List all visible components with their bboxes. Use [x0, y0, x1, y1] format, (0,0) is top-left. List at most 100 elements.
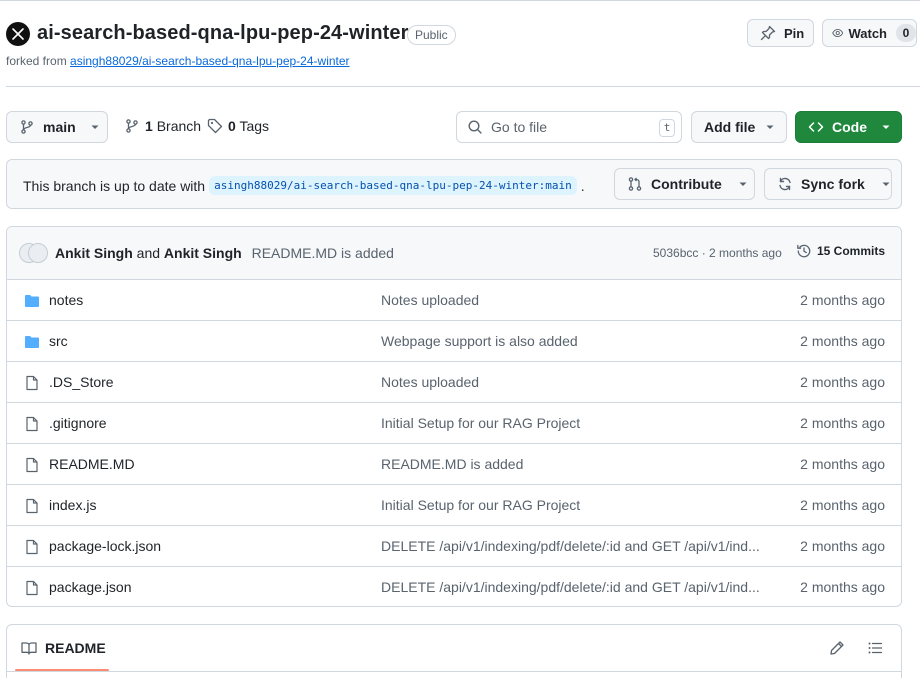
x-logo-icon: [12, 28, 24, 40]
sync-fork-button[interactable]: Sync fork: [764, 168, 892, 200]
readme-tab[interactable]: README: [15, 625, 112, 671]
file-row[interactable]: src Webpage support is also added 2 months…: [7, 321, 901, 362]
repo-title[interactable]: ai-search-based-qna-lpu-pep-24-winter: [37, 22, 409, 45]
branch-selector[interactable]: main: [6, 111, 108, 143]
go-to-file-placeholder: Go to file: [491, 119, 548, 135]
file-name-link[interactable]: package-lock.json: [49, 538, 161, 554]
file-row[interactable]: index.js Initial Setup for our RAG Projec…: [7, 485, 901, 526]
file-row[interactable]: README.MD README.MD is added 2 months ago: [7, 444, 901, 485]
file-commit-message[interactable]: Webpage support is also added: [381, 333, 771, 349]
file-icon: [24, 498, 40, 517]
file-row[interactable]: package-lock.json DELETE /api/v1/indexing…: [7, 526, 901, 567]
file-commit-message[interactable]: Initial Setup for our RAG Project: [381, 415, 771, 431]
file-name-link[interactable]: src: [49, 333, 68, 349]
pencil-icon[interactable]: [829, 640, 845, 656]
file-commit-date: 2 months ago: [800, 415, 885, 431]
folder-icon: [24, 293, 40, 312]
add-file-label: Add file: [704, 119, 756, 135]
eye-icon: [832, 28, 844, 38]
commits-history-link[interactable]: 15 Commits: [796, 243, 885, 259]
file-commit-date: 2 months ago: [800, 456, 885, 472]
file-icon: [24, 375, 40, 394]
pin-label: Pin: [784, 25, 805, 41]
file-commit-message[interactable]: Notes uploaded: [381, 374, 771, 390]
commit-and-text: and: [136, 245, 161, 261]
file-icon: [24, 580, 40, 599]
file-name-link[interactable]: package.json: [49, 579, 132, 595]
readme-divider: [7, 671, 901, 672]
file-name-link[interactable]: index.js: [49, 497, 96, 513]
owner-avatar[interactable]: [6, 22, 30, 46]
upstream-branch-ref[interactable]: asingh88029/ai-search-based-qna-lpu-pep-…: [209, 176, 577, 195]
watch-button[interactable]: Watch 0: [822, 19, 917, 47]
commit-authors: Ankit Singh and Ankit Singh README.MD is…: [55, 245, 394, 261]
commit-coauthor-link[interactable]: Ankit Singh: [164, 245, 242, 261]
contribute-button[interactable]: Contribute: [614, 168, 755, 200]
forked-from: forked from asingh88029/ai-search-based-…: [6, 54, 350, 68]
file-row[interactable]: .DS_Store Notes uploaded 2 months ago: [7, 362, 901, 403]
go-to-file-input[interactable]: Go to file t: [456, 111, 682, 143]
file-commit-message[interactable]: DELETE /api/v1/indexing/pdf/delete/:id a…: [381, 579, 771, 595]
file-icon: [24, 416, 40, 435]
caret-down-icon: [766, 125, 774, 129]
header-divider: [6, 86, 920, 87]
code-button[interactable]: Code: [795, 111, 902, 143]
file-row[interactable]: .gitignore Initial Setup for our RAG Proj…: [7, 403, 901, 444]
forked-prefix: forked from: [6, 54, 67, 68]
forked-from-link[interactable]: asingh88029/ai-search-based-qna-lpu-pep-…: [70, 54, 350, 68]
caret-down-icon: [739, 182, 747, 186]
top-border: [0, 0, 920, 1]
file-commit-date: 2 months ago: [800, 292, 885, 308]
file-commit-date: 2 months ago: [800, 497, 885, 513]
file-row[interactable]: notes Notes uploaded 2 months ago: [7, 280, 901, 321]
file-commit-date: 2 months ago: [800, 333, 885, 349]
branch-name: main: [43, 119, 76, 135]
branch-status-suffix: .: [580, 177, 585, 194]
branch-status-text: This branch is up to date with: [23, 177, 206, 194]
avatar: [28, 243, 48, 263]
search-icon: [468, 120, 482, 134]
book-icon: [21, 642, 37, 655]
code-icon: [808, 122, 824, 132]
tags-link[interactable]: 0 Tags: [207, 118, 269, 134]
commit-avatars[interactable]: [19, 243, 49, 263]
contribute-label: Contribute: [651, 176, 722, 192]
history-icon: [797, 244, 811, 258]
file-commit-message[interactable]: Notes uploaded: [381, 292, 771, 308]
caret-down-icon: [91, 125, 99, 129]
file-icon: [24, 539, 40, 558]
commit-author-link[interactable]: Ankit Singh: [55, 245, 133, 261]
add-file-button[interactable]: Add file: [691, 111, 787, 143]
visibility-badge: Public: [407, 25, 456, 45]
sync-fork-label: Sync fork: [801, 176, 865, 192]
file-row[interactable]: package.json DELETE /api/v1/indexing/pdf/…: [7, 567, 901, 606]
commit-message[interactable]: README.MD is added: [252, 245, 394, 261]
file-icon: [24, 457, 40, 476]
file-name-link[interactable]: README.MD: [49, 456, 135, 472]
readme-panel: README: [6, 624, 902, 678]
branches-link[interactable]: 1 Branch: [124, 118, 201, 134]
file-table: Ankit Singh and Ankit Singh README.MD is…: [6, 226, 902, 607]
watch-count: 0: [896, 24, 916, 42]
file-name-link[interactable]: notes: [49, 292, 83, 308]
file-commit-message[interactable]: DELETE /api/v1/indexing/pdf/delete/:id a…: [381, 538, 771, 554]
file-name-link[interactable]: .gitignore: [49, 415, 107, 431]
git-branch-icon: [126, 119, 138, 133]
git-branch-icon: [21, 120, 33, 134]
pull-request-icon: [628, 177, 642, 191]
caret-down-icon: [882, 125, 890, 129]
file-commit-date: 2 months ago: [800, 374, 885, 390]
pin-button[interactable]: Pin: [747, 19, 814, 47]
sync-icon: [779, 177, 791, 191]
list-outline-icon[interactable]: [867, 640, 883, 656]
folder-icon: [24, 334, 40, 353]
readme-tab-label: README: [45, 640, 106, 656]
file-commit-message[interactable]: Initial Setup for our RAG Project: [381, 497, 771, 513]
branch-status: This branch is up to date with asingh880…: [23, 176, 585, 195]
commits-label: 15 Commits: [817, 244, 886, 258]
branch-status-bar: This branch is up to date with asingh880…: [6, 159, 902, 209]
file-name-link[interactable]: .DS_Store: [49, 374, 114, 390]
file-commit-date: 2 months ago: [800, 538, 885, 554]
file-commit-message[interactable]: README.MD is added: [381, 456, 771, 472]
commit-meta[interactable]: 5036bcc · 2 months ago: [653, 246, 782, 260]
